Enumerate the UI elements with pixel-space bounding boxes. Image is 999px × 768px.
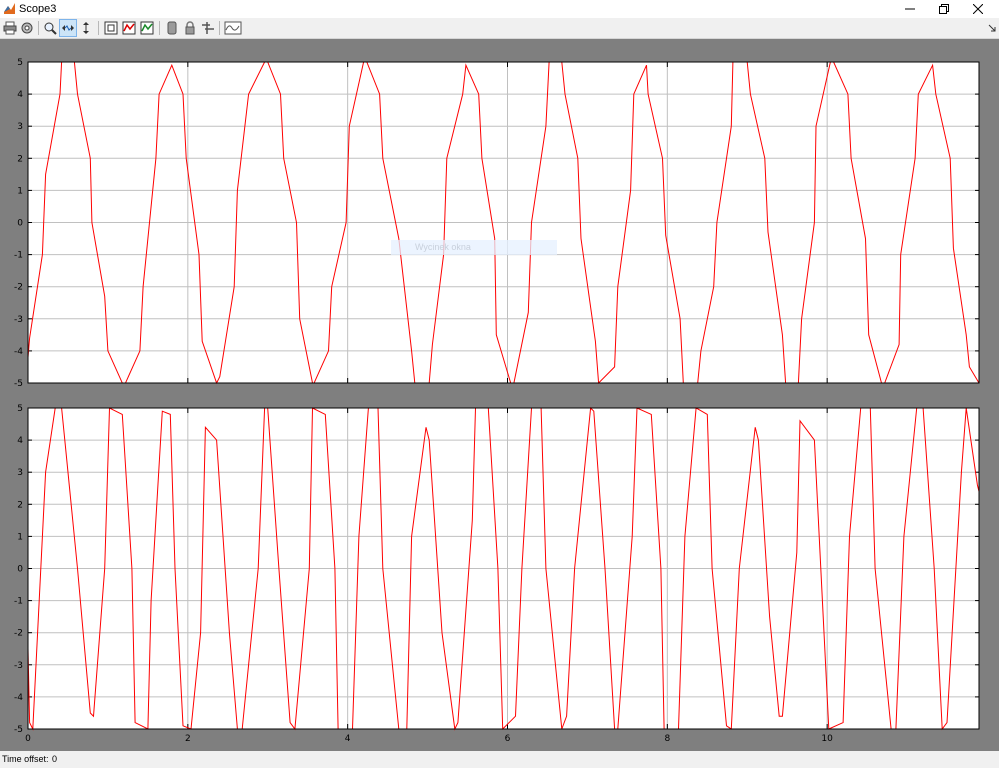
toolbar [0,18,999,39]
lock-axes-button[interactable] [182,20,198,36]
y-tick-label: -5 [14,725,23,735]
y-tick-label: 3 [17,468,23,478]
y-tick-label: -1 [14,597,23,607]
print-icon [3,21,17,35]
y-tick-label: 2 [17,500,23,510]
save-axes-button[interactable] [121,20,137,36]
x-tick-label: 8 [664,734,670,744]
scope-axes-1: 5 4 3 2 1 0 -1 -2 -3 -4 -5 [14,58,980,389]
toolbar-separator [219,21,220,35]
time-offset-value: 0 [52,754,58,764]
zoom-x-icon [62,25,74,31]
window-title: Scope3 [19,3,57,15]
restore-axes-icon [140,21,154,35]
x-tick-label: 10 [821,734,833,744]
x-tick-label: 0 [25,734,31,744]
parameters-button[interactable] [19,20,35,36]
y-tick-label: -3 [14,315,23,325]
status-bar: Time offset: 0 [0,751,999,768]
viewer-icon [224,21,241,35]
restore-button[interactable] [928,0,960,18]
toolbar-separator [159,21,160,35]
zoom-x-button[interactable] [59,19,77,37]
autoscale-button[interactable] [103,20,119,36]
restore-axes-button[interactable] [139,20,155,36]
floating-scope-button[interactable] [164,20,180,36]
parameters-icon [21,22,33,34]
y-tick-label: 2 [17,154,23,164]
y-tick-label: 4 [17,436,23,446]
y-tick-label: 0 [17,219,23,229]
y-tick-label: -4 [14,693,23,703]
y-tick-label: 0 [17,565,23,575]
time-offset-label: Time offset: [2,754,49,764]
scope-plot-area: 5 4 3 2 1 0 -1 -2 -3 -4 -5 5 4 3 2 1 0 -1 -2 -3 -4 -5 0 2 4 6 8 10 [0,39,999,751]
y-tick-label: 4 [17,90,23,100]
autoscale-icon [104,21,118,35]
save-axes-icon [122,21,136,35]
scope-axes-2: 543210-1-2-3-4-50 2 4 6 8 10 [14,404,980,744]
print-button[interactable] [2,20,18,36]
y-tick-label: -3 [14,661,23,671]
zoom-y-icon [83,22,89,34]
close-icon [973,4,983,14]
scope-plots: 543210-1-2-3-4-5543210-1-2-3-4-50 2 4 6 8 10 [14,58,980,744]
restore-icon [939,4,949,14]
y-tick-label: 1 [17,186,23,196]
y-tick-label: 3 [17,122,23,132]
y-tick-label: 5 [17,404,23,414]
y-tick-label: 5 [17,58,23,68]
x-tick-label: 2 [185,734,191,744]
zoom-y-button[interactable] [78,20,94,36]
y-tick-label: -4 [14,347,23,357]
y-tick-label: -1 [14,251,23,261]
zoom-icon [44,22,57,35]
chevron-expand-icon[interactable] [986,22,998,34]
x-tick-label: 4 [345,734,351,744]
minimize-button[interactable] [894,0,926,18]
y-tick-label: -5 [14,379,23,389]
matlab-icon [4,3,15,14]
y-tick-label: -2 [14,629,23,639]
y-tick-label: -2 [14,283,23,293]
zoom-button[interactable] [42,20,58,36]
viewer-button[interactable] [223,20,242,36]
y-tick-label: 1 [17,532,23,542]
minimize-icon [905,8,915,10]
snip-overlay: Wycinek okna [391,240,557,255]
x-tick-label: 6 [505,734,511,744]
close-button[interactable] [962,0,994,18]
toolbar-separator [38,21,39,35]
toolbar-separator [98,21,99,35]
lock-axes-icon [185,21,195,35]
title-bar: Scope3 [0,0,999,18]
floating-scope-icon [167,21,177,35]
signal-selection-icon [202,22,214,34]
signal-selection-button[interactable] [200,20,216,36]
